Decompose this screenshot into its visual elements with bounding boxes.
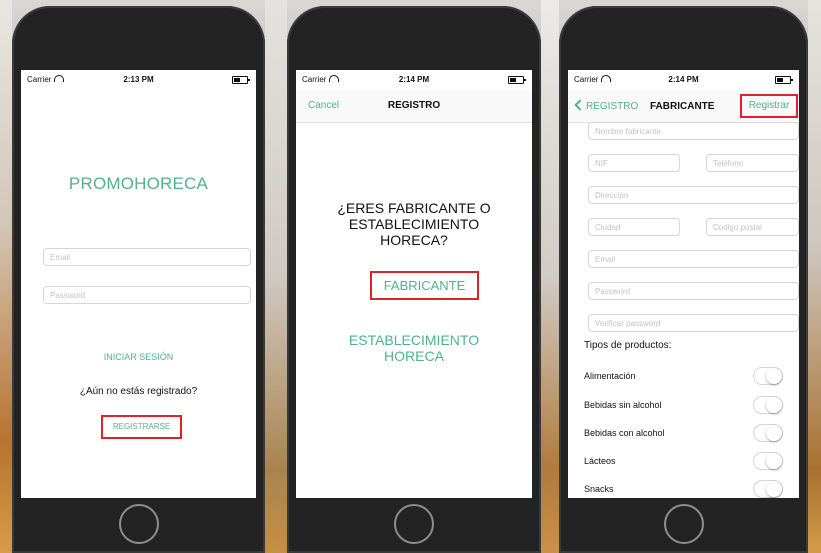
alimentacion-toggle[interactable] [753, 367, 783, 385]
fabricante-screen: Carrier 2:14 PM REGISTRO FABRICANTE Regi… [568, 70, 799, 498]
product-type-label: Bebidas sin alcohol [584, 400, 662, 410]
battery-icon [775, 76, 793, 84]
nav-title: FABRICANTE [650, 101, 715, 112]
home-button[interactable] [394, 504, 434, 544]
status-bar: Carrier 2:14 PM [568, 70, 799, 90]
snacks-toggle[interactable] [753, 480, 783, 498]
status-bar: Carrier 2:14 PM [296, 70, 532, 90]
back-label: REGISTRO [586, 101, 639, 112]
nombre-fabricante-field[interactable]: Nombre fabricante [588, 122, 799, 140]
fabricante-option[interactable]: FABRICANTE [370, 271, 479, 300]
register-button[interactable]: REGISTRARSE [101, 415, 182, 439]
phone-registro: Carrier 2:14 PM Cancel REGISTRO ¿ERES FA… [287, 6, 541, 553]
product-type-label: Lácteos [584, 456, 616, 466]
app-title: PROMOHORECA [68, 174, 209, 193]
email-field[interactable]: Email [588, 250, 799, 268]
status-time: 2:14 PM [668, 75, 699, 84]
registrar-button[interactable]: Registrar [740, 94, 798, 118]
home-button[interactable] [118, 504, 159, 544]
battery-icon [508, 76, 526, 84]
product-type-label: Bebidas con alcohol [584, 428, 665, 438]
chevron-left-icon [574, 99, 586, 111]
lacteos-toggle[interactable] [753, 452, 783, 470]
ciudad-field[interactable]: Ciudad [588, 218, 680, 236]
status-time: 2:13 PM [123, 75, 154, 84]
role-question: ¿ERES FABRICANTE O ESTABLECIMIENTO HOREC… [296, 200, 532, 248]
nav-title: REGISTRO [387, 100, 441, 111]
phone-fabricante: Carrier 2:14 PM REGISTRO FABRICANTE Regi… [559, 6, 808, 553]
role-question-text: ¿ERES FABRICANTE O ESTABLECIMIENTO HOREC… [337, 200, 491, 248]
navigation-bar: REGISTRO FABRICANTE Registrar [568, 90, 799, 123]
login-button[interactable]: INICIAR SESIÓN [21, 352, 256, 362]
telefono-field[interactable]: Teléfono [706, 154, 799, 172]
back-button[interactable]: REGISTRO [574, 99, 639, 112]
bebidas-con-alcohol-toggle[interactable] [753, 424, 783, 442]
login-screen: Carrier 2:13 PM PROMOHORECA Email Passwo… [21, 70, 256, 498]
establecimiento-option[interactable]: ESTABLECIMIENTO HORECA [296, 332, 532, 364]
product-types-heading: Tipos de productos: [584, 340, 672, 351]
bebidas-sin-alcohol-toggle[interactable] [753, 396, 783, 414]
navigation-bar: Cancel REGISTRO [296, 90, 532, 123]
status-time: 2:14 PM [398, 75, 430, 84]
battery-icon [232, 76, 250, 84]
password-field[interactable]: Password [588, 282, 799, 300]
direccion-field[interactable]: Dirección [588, 186, 799, 204]
registro-screen: Carrier 2:14 PM Cancel REGISTRO ¿ERES FA… [296, 70, 532, 498]
background-strip [808, 0, 821, 553]
codigo-postal-field[interactable]: Codigo postal [706, 218, 799, 236]
nif-field[interactable]: NIF [588, 154, 680, 172]
password-field[interactable]: Password [43, 286, 251, 304]
verify-password-field[interactable]: Verificar password [588, 314, 799, 332]
product-type-label: Snacks [584, 484, 614, 494]
background-strip [265, 0, 287, 553]
background-strip [541, 0, 559, 553]
email-field[interactable]: Email [43, 248, 251, 266]
establecimiento-text: ESTABLECIMIENTO HORECA [348, 332, 480, 364]
phone-login: Carrier 2:13 PM PROMOHORECA Email Passwo… [12, 6, 265, 553]
product-type-label: Alimentación [584, 371, 636, 381]
status-bar: Carrier 2:13 PM [21, 70, 256, 90]
home-button[interactable] [663, 504, 704, 544]
not-registered-text: ¿Aún no estás registrado? [79, 386, 198, 397]
background-strip [0, 0, 12, 553]
